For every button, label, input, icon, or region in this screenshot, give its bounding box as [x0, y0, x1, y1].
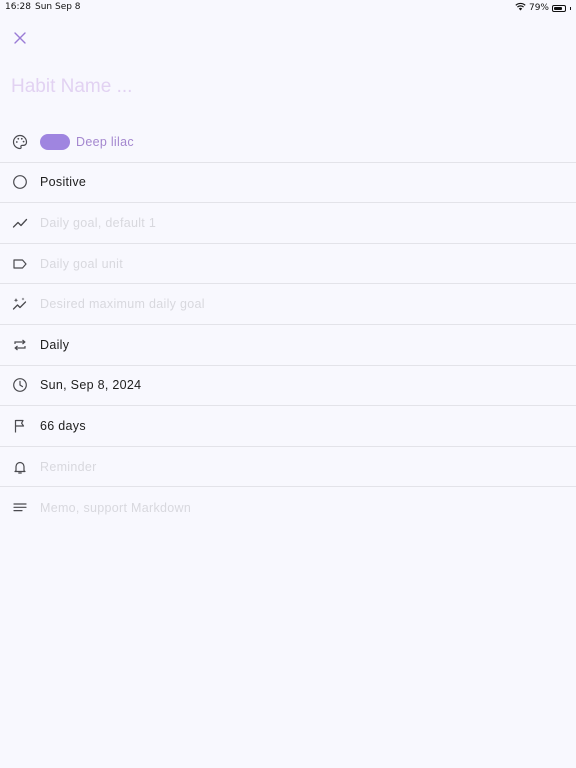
notes-icon: [0, 500, 40, 516]
repeat-icon: [0, 337, 40, 353]
target-days-row[interactable]: 66 days: [0, 406, 576, 447]
color-name: Deep lilac: [76, 134, 134, 149]
battery-percent: 79%: [528, 3, 549, 13]
bell-icon: [0, 459, 40, 475]
status-date: Sun Sep 8: [35, 2, 81, 12]
daily-goal-unit-input[interactable]: Daily goal unit: [40, 257, 123, 271]
daily-goal-input[interactable]: Daily goal, default 1: [40, 216, 156, 230]
habit-form: Deep lilac Positive Daily goal, default …: [0, 122, 576, 528]
status-bar: 16:28 Sun Sep 8 79%: [0, 0, 576, 15]
habit-name-input[interactable]: [11, 74, 551, 100]
max-daily-goal-row[interactable]: Desired maximum daily goal: [0, 284, 576, 325]
memo-input[interactable]: Memo, support Markdown: [40, 501, 191, 515]
circle-icon: [0, 174, 40, 190]
target-days-value: 66 days: [40, 418, 86, 433]
habit-type-row[interactable]: Positive: [0, 163, 576, 204]
start-date-row[interactable]: Sun, Sep 8, 2024: [0, 366, 576, 407]
palette-icon: [0, 134, 40, 150]
flag-icon: [0, 418, 40, 434]
frequency-value: Daily: [40, 337, 70, 352]
color-row[interactable]: Deep lilac: [0, 122, 576, 163]
wifi-icon: [515, 2, 526, 14]
status-indicators: 79%: [515, 2, 571, 14]
habit-type-value: Positive: [40, 175, 87, 190]
max-daily-goal-input[interactable]: Desired maximum daily goal: [40, 297, 205, 311]
battery-tip: [570, 6, 571, 10]
sparkle-trend-icon: [0, 296, 40, 312]
memo-row[interactable]: Memo, support Markdown: [0, 487, 576, 528]
reminder-row[interactable]: Reminder: [0, 447, 576, 488]
close-button[interactable]: [10, 28, 30, 48]
color-swatch[interactable]: [40, 133, 70, 150]
reminder-input[interactable]: Reminder: [40, 460, 97, 474]
frequency-row[interactable]: Daily: [0, 325, 576, 366]
trend-icon: [0, 215, 40, 231]
battery-icon: [552, 4, 566, 12]
status-time: 16:28: [5, 2, 31, 12]
daily-goal-unit-row[interactable]: Daily goal unit: [0, 244, 576, 285]
label-icon: [0, 256, 40, 272]
clock-icon: [0, 377, 40, 393]
close-icon: [14, 32, 26, 44]
daily-goal-row[interactable]: Daily goal, default 1: [0, 203, 576, 244]
start-date-value: Sun, Sep 8, 2024: [40, 378, 142, 393]
